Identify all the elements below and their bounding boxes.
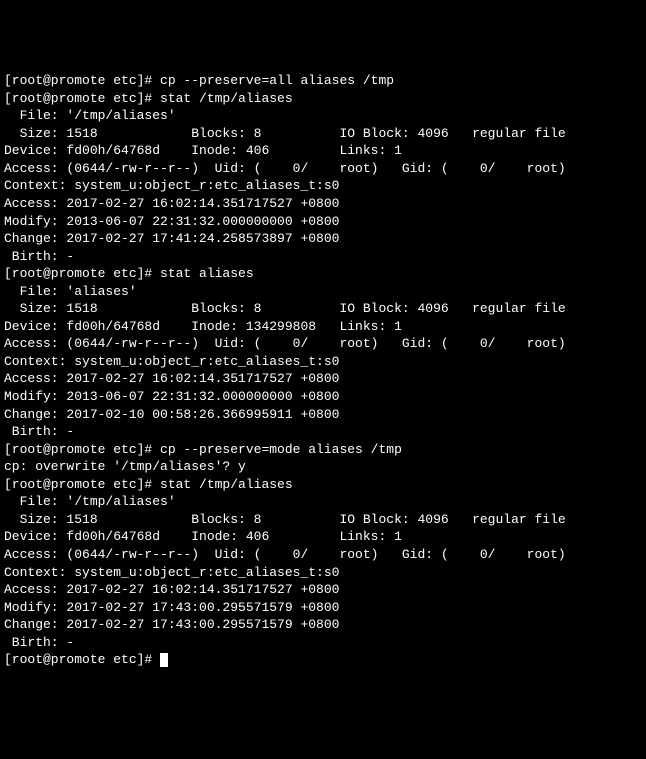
- terminal-line: Birth: -: [4, 248, 642, 266]
- terminal-line: Device: fd00h/64768d Inode: 406 Links: 1: [4, 142, 642, 160]
- terminal-line: cp: overwrite '/tmp/aliases'? y: [4, 458, 642, 476]
- terminal-line: [root@promote etc]# cp --preserve=all al…: [4, 72, 642, 90]
- terminal-line: File: '/tmp/aliases': [4, 107, 642, 125]
- terminal-line: File: 'aliases': [4, 283, 642, 301]
- terminal-line: [root@promote etc]# stat aliases: [4, 265, 642, 283]
- terminal-line: Access: 2017-02-27 16:02:14.351717527 +0…: [4, 370, 642, 388]
- terminal-line: Size: 1518 Blocks: 8 IO Block: 4096 regu…: [4, 125, 642, 143]
- terminal-line: Access: 2017-02-27 16:02:14.351717527 +0…: [4, 195, 642, 213]
- terminal-line: Access: (0644/-rw-r--r--) Uid: ( 0/ root…: [4, 546, 642, 564]
- terminal-line: [root@promote etc]#: [4, 651, 642, 669]
- terminal-line: Access: (0644/-rw-r--r--) Uid: ( 0/ root…: [4, 335, 642, 353]
- terminal-line: [root@promote etc]# cp --preserve=mode a…: [4, 441, 642, 459]
- terminal-line: Modify: 2013-06-07 22:31:32.000000000 +0…: [4, 388, 642, 406]
- terminal-output[interactable]: [root@promote etc]# cp --preserve=all al…: [4, 72, 642, 669]
- terminal-line: Modify: 2013-06-07 22:31:32.000000000 +0…: [4, 213, 642, 231]
- terminal-line: Access: 2017-02-27 16:02:14.351717527 +0…: [4, 581, 642, 599]
- terminal-line: Change: 2017-02-27 17:43:00.295571579 +0…: [4, 616, 642, 634]
- terminal-line: Device: fd00h/64768d Inode: 406 Links: 1: [4, 528, 642, 546]
- terminal-line: [root@promote etc]# stat /tmp/aliases: [4, 90, 642, 108]
- terminal-line: Size: 1518 Blocks: 8 IO Block: 4096 regu…: [4, 511, 642, 529]
- cursor: [160, 653, 168, 667]
- terminal-line: Modify: 2017-02-27 17:43:00.295571579 +0…: [4, 599, 642, 617]
- terminal-line: Change: 2017-02-10 00:58:26.366995911 +0…: [4, 406, 642, 424]
- terminal-line: Context: system_u:object_r:etc_aliases_t…: [4, 564, 642, 582]
- terminal-line: File: '/tmp/aliases': [4, 493, 642, 511]
- terminal-line: Context: system_u:object_r:etc_aliases_t…: [4, 177, 642, 195]
- terminal-line: [root@promote etc]# stat /tmp/aliases: [4, 476, 642, 494]
- terminal-line: Access: (0644/-rw-r--r--) Uid: ( 0/ root…: [4, 160, 642, 178]
- terminal-line: Birth: -: [4, 423, 642, 441]
- terminal-line: Change: 2017-02-27 17:41:24.258573897 +0…: [4, 230, 642, 248]
- terminal-line: Size: 1518 Blocks: 8 IO Block: 4096 regu…: [4, 300, 642, 318]
- terminal-line: Birth: -: [4, 634, 642, 652]
- terminal-line: Context: system_u:object_r:etc_aliases_t…: [4, 353, 642, 371]
- terminal-line: Device: fd00h/64768d Inode: 134299808 Li…: [4, 318, 642, 336]
